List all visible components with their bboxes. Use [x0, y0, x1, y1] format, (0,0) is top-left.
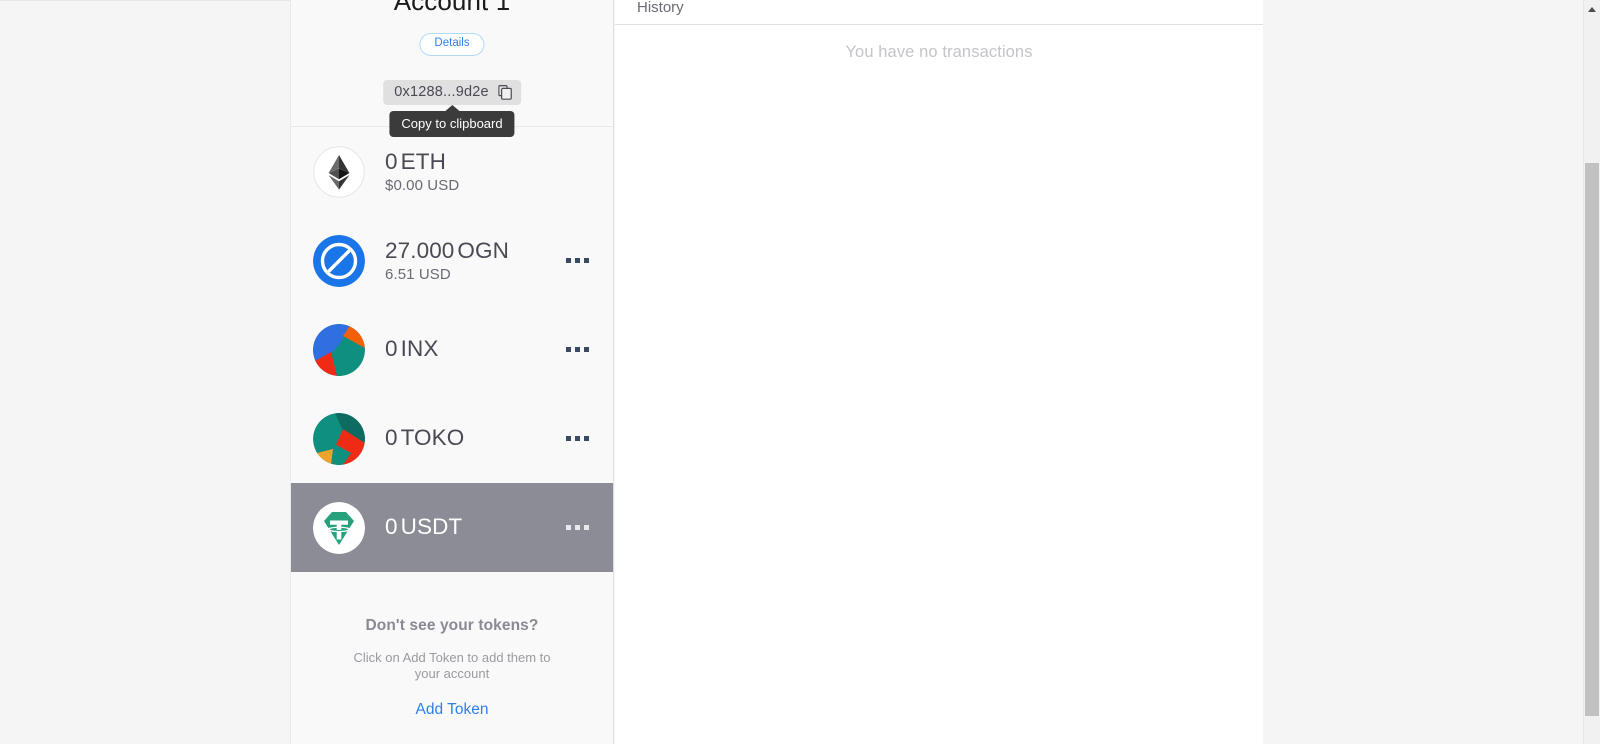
scroll-up-arrow-icon[interactable]: [1584, 0, 1600, 17]
copy-to-clipboard-tooltip: Copy to clipboard: [389, 105, 515, 137]
menu-dot: [584, 525, 589, 530]
token-info-toko: 0 TOKO: [385, 425, 564, 451]
token-options-menu-toko[interactable]: [564, 430, 591, 447]
account-address-text: 0x1288...9d2e: [394, 84, 489, 100]
token-row-toko[interactable]: 0 TOKO: [291, 394, 613, 483]
account-details-button[interactable]: Details: [419, 33, 485, 56]
account-header: Account 1 Details 0x1288...9d2e Copy to …: [291, 0, 613, 137]
token-balance-usdt: 0 USDT: [385, 514, 564, 540]
token-info-eth: 0 ETH $0.00 USD: [385, 149, 591, 194]
history-empty-message: You have no transactions: [845, 43, 1033, 61]
menu-dot: [575, 258, 580, 263]
token-amount-value: 27.000: [385, 237, 455, 263]
menu-dot: [584, 347, 589, 352]
add-token-link[interactable]: Add Token: [331, 701, 573, 719]
token-list: 0 ETH $0.00 USD 27.000 OGN 6.51 USD 0 IN…: [291, 127, 613, 572]
token-info-usdt: 0 USDT: [385, 514, 564, 540]
token-balance-inx: 0 INX: [385, 336, 564, 362]
wallet-sidebar: Account 1 Details 0x1288...9d2e Copy to …: [290, 0, 614, 744]
menu-dot: [566, 258, 571, 263]
token-amount-value: 0: [385, 425, 398, 451]
token-options-menu-ogn[interactable]: [564, 252, 591, 269]
account-name: Account 1: [393, 0, 511, 16]
token-row-inx[interactable]: 0 INX: [291, 305, 613, 394]
inx-token-icon: [313, 323, 365, 376]
token-row-eth[interactable]: 0 ETH $0.00 USD: [291, 127, 613, 216]
menu-dot: [584, 258, 589, 263]
token-options-menu-usdt[interactable]: [564, 519, 591, 536]
token-balance-eth: 0 ETH: [385, 149, 591, 175]
account-address-chip[interactable]: 0x1288...9d2e: [383, 80, 521, 105]
token-fiat-ogn: 6.51 USD: [385, 266, 451, 284]
token-balance-toko: 0 TOKO: [385, 425, 564, 451]
tab-history[interactable]: History: [637, 0, 684, 15]
token-symbol: ETH: [400, 148, 446, 174]
add-token-heading: Don't see your tokens?: [365, 617, 539, 634]
menu-dot: [575, 436, 580, 441]
token-amount-value: 0: [385, 148, 398, 174]
menu-dot: [575, 347, 580, 352]
scrollbar-thumb[interactable]: [1585, 163, 1599, 716]
token-fiat-eth: $0.00 USD: [385, 177, 460, 195]
menu-dot: [566, 347, 571, 352]
history-panel: History You have no transactions: [615, 0, 1263, 744]
menu-dot: [566, 436, 571, 441]
menu-dot: [575, 525, 580, 530]
menu-dot: [584, 436, 589, 441]
token-options-menu-inx[interactable]: [564, 341, 591, 358]
token-symbol: INX: [400, 336, 439, 362]
token-row-usdt[interactable]: 0 USDT: [291, 483, 613, 572]
ogn-token-icon: [313, 234, 365, 287]
usdt-token-icon: [313, 501, 365, 554]
token-symbol: TOKO: [400, 425, 465, 451]
token-amount-value: 0: [385, 336, 398, 362]
token-amount-value: 0: [385, 514, 398, 540]
toko-token-icon: [313, 412, 365, 465]
eth-token-icon: [313, 145, 365, 198]
token-balance-ogn: 27.000 OGN: [385, 238, 564, 264]
history-tab-bar: History: [615, 0, 1263, 25]
token-info-ogn: 27.000 OGN 6.51 USD: [385, 238, 564, 283]
token-symbol: OGN: [457, 237, 509, 263]
menu-dot: [566, 525, 571, 530]
add-token-section: Don't see your tokens? Click on Add Toke…: [291, 572, 613, 719]
token-symbol: USDT: [400, 514, 463, 540]
token-row-ogn[interactable]: 27.000 OGN 6.51 USD: [291, 216, 613, 305]
copy-icon: [497, 84, 512, 100]
browser-viewport: Account 1 Details 0x1288...9d2e Copy to …: [0, 0, 1600, 744]
browser-scrollbar[interactable]: [1583, 0, 1600, 744]
app-canvas: Account 1 Details 0x1288...9d2e Copy to …: [0, 0, 1583, 744]
token-info-inx: 0 INX: [385, 336, 564, 362]
page-right-filler: [1263, 0, 1583, 744]
add-token-subtext: Click on Add Token to add them to your a…: [353, 650, 551, 682]
